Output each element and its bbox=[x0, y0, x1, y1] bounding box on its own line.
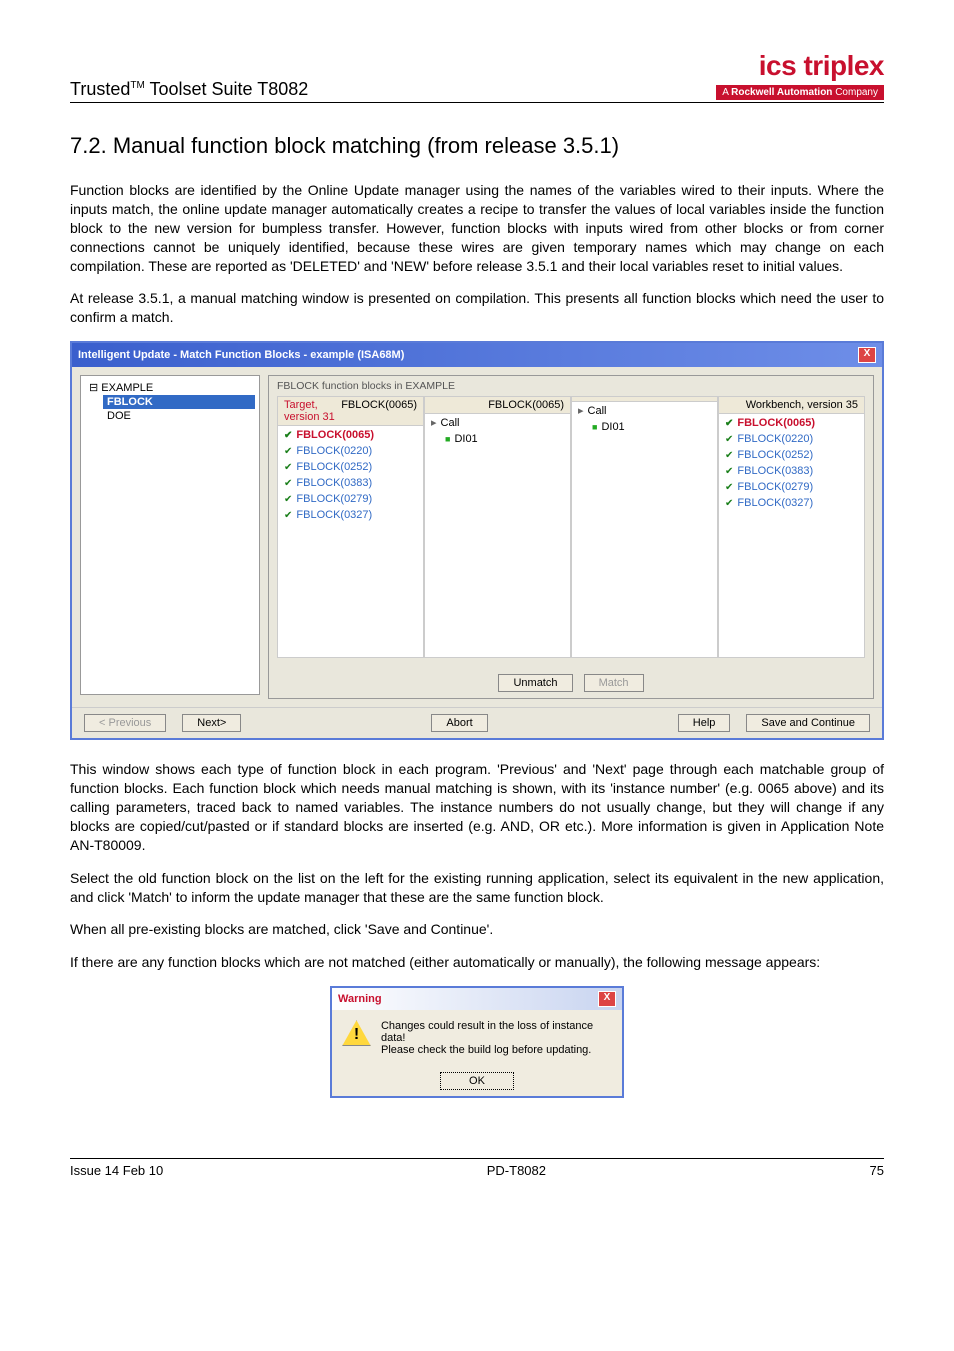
call-row: Call bbox=[578, 404, 711, 420]
tree-pane[interactable]: ⊟ EXAMPLE FBLOCK DOE bbox=[80, 375, 260, 695]
fb-item[interactable]: FBLOCK(0220) bbox=[725, 432, 858, 448]
paragraph-5: When all pre-existing blocks are matched… bbox=[70, 920, 884, 939]
warning-title: Warning bbox=[338, 993, 382, 1005]
tree-item-doe[interactable]: DOE bbox=[103, 409, 255, 423]
next-button[interactable]: Next> bbox=[182, 714, 241, 732]
dialog-title-text: Intelligent Update - Match Function Bloc… bbox=[78, 349, 404, 361]
fb-item[interactable]: FBLOCK(0327) bbox=[284, 508, 417, 524]
close-icon[interactable]: X bbox=[858, 347, 876, 363]
section-heading: 7.2. Manual function block matching (fro… bbox=[70, 133, 884, 159]
call-row: Call bbox=[431, 416, 564, 432]
dialog-titlebar: Intelligent Update - Match Function Bloc… bbox=[72, 343, 882, 367]
help-button[interactable]: Help bbox=[678, 714, 731, 732]
fb-item-selected[interactable]: FBLOCK(0065) bbox=[725, 416, 858, 432]
fb-item[interactable]: FBLOCK(0327) bbox=[725, 496, 858, 512]
trademark: TM bbox=[130, 80, 144, 91]
fb-item[interactable]: FBLOCK(0279) bbox=[284, 492, 417, 508]
tree-root[interactable]: ⊟ EXAMPLE bbox=[85, 380, 255, 395]
save-continue-button[interactable]: Save and Continue bbox=[746, 714, 870, 732]
paragraph-6: If there are any function blocks which a… bbox=[70, 953, 884, 972]
target-list[interactable]: Target, version 31 FBLOCK(0065) FBLOCK(0… bbox=[277, 396, 424, 658]
warning-text: Changes could result in the loss of inst… bbox=[381, 1020, 612, 1056]
fb-item[interactable]: FBLOCK(0252) bbox=[284, 460, 417, 476]
product-suffix: Toolset Suite T8082 bbox=[145, 79, 308, 99]
paragraph-4: Select the old function block on the lis… bbox=[70, 869, 884, 907]
product-title: TrustedTM Toolset Suite T8082 bbox=[70, 79, 308, 100]
target-version: Target, version 31 bbox=[284, 399, 341, 423]
unmatch-button[interactable]: Unmatch bbox=[498, 674, 572, 692]
footer-mid: PD-T8082 bbox=[487, 1163, 546, 1178]
target-detail: FBLOCK(0065) Call DI01 bbox=[424, 396, 571, 658]
warning-dialog: Warning X ! Changes could result in the … bbox=[330, 986, 624, 1098]
previous-button[interactable]: < Previous bbox=[84, 714, 166, 732]
fb-item[interactable]: FBLOCK(0383) bbox=[284, 476, 417, 492]
workbench-list[interactable]: Workbench, version 35 FBLOCK(0065) FBLOC… bbox=[718, 396, 865, 658]
fb-item[interactable]: FBLOCK(0279) bbox=[725, 480, 858, 496]
paragraph-1: Function blocks are identified by the On… bbox=[70, 181, 884, 275]
content-pane: FBLOCK function blocks in EXAMPLE Target… bbox=[268, 375, 874, 699]
logo-text: ics triplex bbox=[716, 50, 884, 82]
logo-block: ics triplex A Rockwell Automation Compan… bbox=[716, 50, 884, 100]
workbench-version: Workbench, version 35 bbox=[746, 399, 858, 411]
fb-item[interactable]: FBLOCK(0220) bbox=[284, 444, 417, 460]
paragraph-3: This window shows each type of function … bbox=[70, 760, 884, 854]
warning-icon: ! bbox=[342, 1020, 371, 1046]
logo-subtitle: A Rockwell Automation Company bbox=[716, 85, 884, 100]
fb-item[interactable]: FBLOCK(0383) bbox=[725, 464, 858, 480]
var-row: DI01 bbox=[592, 420, 711, 436]
close-icon[interactable]: X bbox=[598, 991, 616, 1007]
fb-item[interactable]: FBLOCK(0252) bbox=[725, 448, 858, 464]
content-title: FBLOCK function blocks in EXAMPLE bbox=[277, 380, 865, 392]
target-selected-head: FBLOCK(0065) bbox=[341, 399, 417, 423]
product-name: Trusted bbox=[70, 79, 130, 99]
match-button[interactable]: Match bbox=[584, 674, 644, 692]
match-dialog: Intelligent Update - Match Function Bloc… bbox=[70, 341, 884, 740]
fb-item-selected[interactable]: FBLOCK(0065) bbox=[284, 428, 417, 444]
paragraph-2: At release 3.5.1, a manual matching wind… bbox=[70, 289, 884, 327]
page-footer: Issue 14 Feb 10 PD-T8082 75 bbox=[70, 1158, 884, 1178]
abort-button[interactable]: Abort bbox=[431, 714, 487, 732]
tree-item-fblock[interactable]: FBLOCK bbox=[103, 395, 255, 409]
footer-left: Issue 14 Feb 10 bbox=[70, 1163, 163, 1178]
workbench-detail: Call DI01 bbox=[571, 396, 718, 658]
page-header: TrustedTM Toolset Suite T8082 ics triple… bbox=[70, 50, 884, 103]
footer-right: 75 bbox=[870, 1163, 884, 1178]
var-row: DI01 bbox=[445, 432, 564, 448]
ok-button[interactable]: OK bbox=[440, 1072, 514, 1090]
